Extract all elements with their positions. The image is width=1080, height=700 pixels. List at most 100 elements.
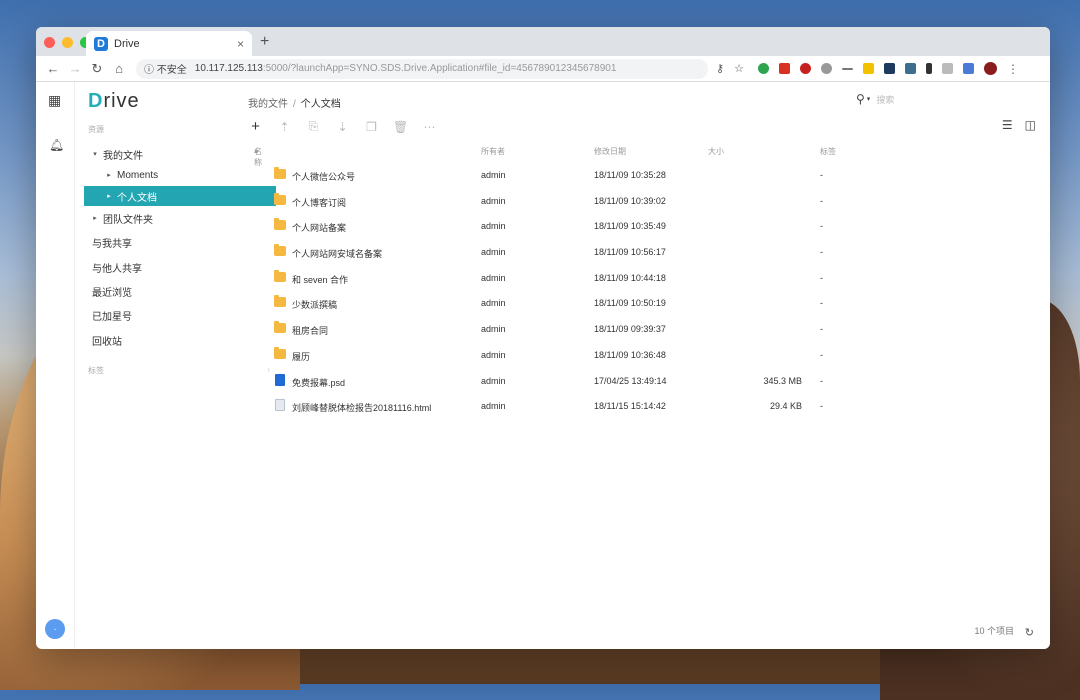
folder-icon xyxy=(274,269,286,282)
file-tags: - xyxy=(820,349,823,360)
breadcrumb: 我的文件 / 个人文档 xyxy=(248,99,341,110)
column-header-tags[interactable]: 标签 xyxy=(820,146,836,157)
file-name[interactable]: 和 seven 合作 xyxy=(292,273,348,286)
file-modified: 18/11/09 10:35:28 xyxy=(594,170,666,180)
more-icon[interactable]: ⋯ xyxy=(422,120,437,134)
file-tags: - xyxy=(820,324,823,335)
chevron-down-icon[interactable]: ▾ xyxy=(90,150,100,158)
file-owner: admin xyxy=(481,195,506,206)
file-modified: 18/11/09 10:50:19 xyxy=(594,298,666,309)
adblock-extension-icon[interactable] xyxy=(799,63,811,74)
chevron-down-icon[interactable]: ▾ xyxy=(867,95,871,103)
file-size: 345.3 MB xyxy=(763,375,802,386)
download-icon[interactable]: ⇣ xyxy=(335,120,350,134)
column-header-owner[interactable]: 所有者 xyxy=(481,146,505,157)
k-extension-icon[interactable] xyxy=(925,63,932,74)
table-row[interactable]: 租房合同 admin 18/11/09 09:39:37 - xyxy=(248,316,1036,342)
key-icon[interactable]: ⚷ xyxy=(716,62,724,75)
evernote-extension-icon[interactable] xyxy=(757,63,769,74)
folder-icon xyxy=(274,244,286,257)
refresh-icon[interactable]: ↻ xyxy=(1025,626,1034,639)
column-header-size[interactable]: 大小 xyxy=(708,146,724,157)
file-name[interactable]: 个人微信公众号 xyxy=(292,170,355,183)
item-count: 10 个项目 xyxy=(974,626,1014,636)
star-icon[interactable]: ☆ xyxy=(734,62,744,75)
table-row[interactable]: 个人微信公众号 admin 18/11/09 10:35:28 - xyxy=(248,162,1036,188)
tab-title: Drive xyxy=(114,37,140,50)
file-modified: 18/11/09 10:56:17 xyxy=(594,247,666,258)
file-tags: - xyxy=(820,221,823,232)
browser-window: D Drive × + ← → ↻ ⌂ ⓘ 不安全 10.117.125.113… xyxy=(36,27,1050,649)
reader-extension-icon[interactable] xyxy=(883,63,895,74)
url-path: :5000/?launchApp=SYNO.SDS.Drive.Applicat… xyxy=(262,63,617,74)
sidebar-item-label: 最近浏览 xyxy=(92,287,132,299)
back-icon[interactable]: ← xyxy=(42,61,64,76)
browser-tab-drive[interactable]: D Drive × xyxy=(86,31,252,56)
translate-extension-icon[interactable] xyxy=(962,63,974,74)
tab-close-icon[interactable]: × xyxy=(237,37,244,51)
search-box[interactable]: ⚲ ▾ 搜索 xyxy=(856,90,1026,108)
profile-avatar[interactable] xyxy=(983,62,997,75)
list-view-icon[interactable]: ☰ xyxy=(1002,118,1013,132)
security-indicator[interactable]: ⓘ 不安全 xyxy=(144,61,187,76)
file-name[interactable]: 免费报幕.psd xyxy=(292,376,345,389)
dash-extension-icon[interactable] xyxy=(841,67,853,70)
circle-extension-icon[interactable] xyxy=(820,63,832,74)
forward-icon[interactable]: → xyxy=(64,61,86,76)
column-header-modified[interactable]: 修改日期 xyxy=(594,146,626,157)
user-avatar[interactable]: · xyxy=(45,619,65,639)
file-owner: admin xyxy=(481,170,506,180)
file-name[interactable]: 个人网站备案 xyxy=(292,221,346,234)
view-toggle: ☰ ◫ xyxy=(1002,118,1036,132)
upload-icon[interactable]: ⇡ xyxy=(277,120,292,134)
mail-extension-icon[interactable] xyxy=(778,63,790,74)
file-name[interactable]: 个人博客订阅 xyxy=(292,196,346,209)
gray-extension-icon[interactable] xyxy=(941,63,953,74)
table-row[interactable]: 和 seven 合作 admin 18/11/09 10:44:18 - xyxy=(248,265,1036,291)
breadcrumb-my-files[interactable]: 我的文件 xyxy=(248,99,288,110)
detail-view-icon[interactable]: ◫ xyxy=(1025,118,1036,132)
save-extension-icon[interactable] xyxy=(904,63,916,74)
file-modified: 18/11/09 10:36:48 xyxy=(594,349,666,360)
table-row[interactable]: 个人网站备案 admin 18/11/09 10:35:49 - xyxy=(248,213,1036,239)
copy-icon[interactable]: ❐ xyxy=(364,120,379,134)
address-bar[interactable]: ⓘ 不安全 10.117.125.113:5000/?launchApp=SYN… xyxy=(136,58,708,79)
reload-icon[interactable]: ↻ xyxy=(86,61,108,77)
folder-icon xyxy=(274,346,286,359)
table-row[interactable]: 刘顾峰替脱体检报告20181116.html admin 18/11/15 15:1… xyxy=(248,393,1036,419)
search-icon[interactable]: ⚲ xyxy=(856,92,865,106)
url-host: 10.117.125.113 xyxy=(194,63,263,74)
chevron-right-icon[interactable]: ▸ xyxy=(104,171,114,179)
table-row[interactable]: 个人博客订阅 admin 18/11/09 10:39:02 - xyxy=(248,188,1036,214)
file-name[interactable]: 少数派撰稿 xyxy=(292,298,337,311)
apps-grid-icon[interactable]: ▦ xyxy=(48,92,61,109)
share-icon[interactable]: ⎘ xyxy=(306,119,321,134)
table-row[interactable]: 履历 admin 18/11/09 10:36:48 - xyxy=(248,342,1036,368)
chevron-right-icon[interactable]: ▸ xyxy=(90,214,100,222)
table-row[interactable]: 免费报幕.psd admin 17/04/25 13:49:14 - 345.3 MB xyxy=(248,368,1036,394)
minimize-window-button[interactable] xyxy=(62,37,73,48)
browser-toolbar: ← → ↻ ⌂ ⓘ 不安全 10.117.125.113:5000/?launc… xyxy=(36,56,1050,82)
chevron-right-icon[interactable]: ▸ xyxy=(104,192,114,200)
delete-icon[interactable]: 🗑︎ xyxy=(393,120,408,134)
file-owner: admin xyxy=(481,375,506,386)
file-actions-toolbar: + ⇡ ⎘ ⇣ ❐ 🗑︎ ⋯ xyxy=(248,118,437,135)
file-name[interactable]: 租房合同 xyxy=(292,324,328,337)
home-icon[interactable]: ⌂ xyxy=(108,61,130,76)
search-input[interactable]: 搜索 xyxy=(876,93,894,106)
new-tab-button[interactable]: + xyxy=(260,33,269,51)
close-window-button[interactable] xyxy=(44,37,55,48)
note-extension-icon[interactable] xyxy=(862,63,874,74)
file-name[interactable]: 个人网站网安域名备案 xyxy=(292,247,382,260)
add-button[interactable]: + xyxy=(248,118,263,135)
file-tags: - xyxy=(820,272,823,283)
file-name[interactable]: 刘顾峰替脱体检报告20181116.html xyxy=(292,401,431,414)
file-modified: 18/11/15 15:14:42 xyxy=(594,401,666,412)
table-row[interactable]: 个人网站网安域名备案 admin 18/11/09 10:56:17 - xyxy=(248,239,1036,265)
file-owner: admin xyxy=(481,247,506,258)
browser-menu-icon[interactable]: ⋮ xyxy=(1007,62,1019,76)
file-name[interactable]: 履历 xyxy=(292,350,310,363)
table-row[interactable]: 少数派撰稿 admin 18/11/09 10:50:19 - xyxy=(248,290,1036,316)
file-size: 29.4 KB xyxy=(769,401,802,412)
notification-bell-icon[interactable]: 🔔︎ xyxy=(49,138,64,152)
